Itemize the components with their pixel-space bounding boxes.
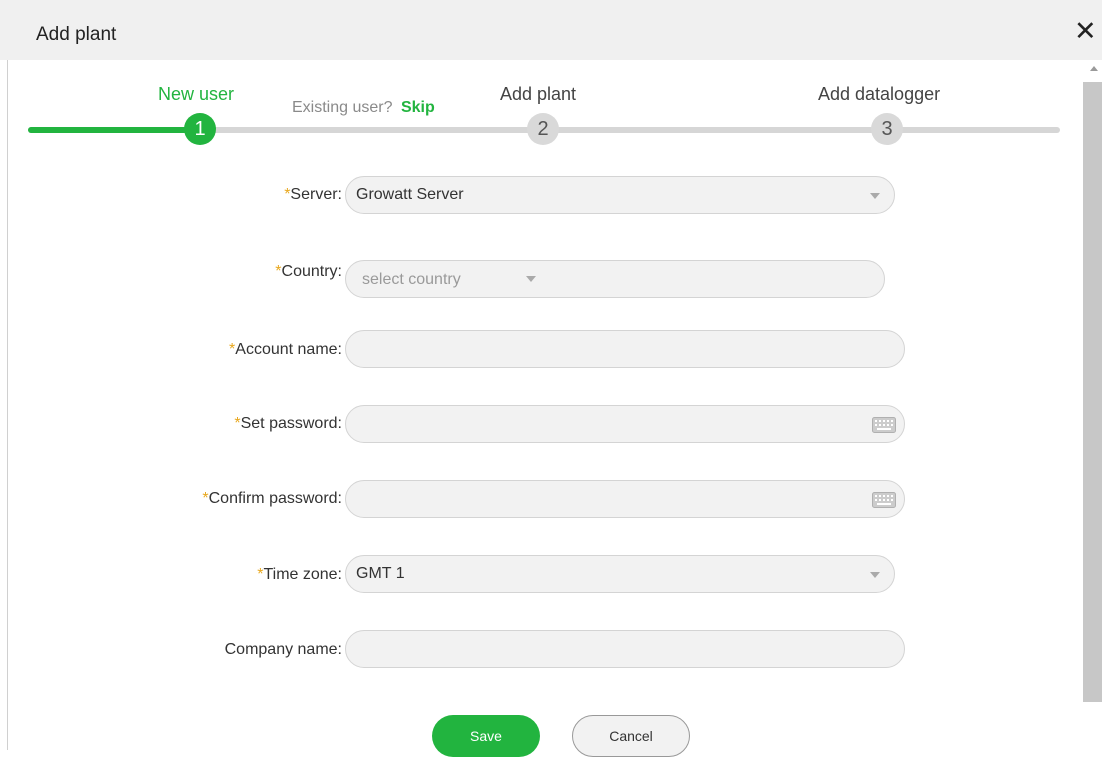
time-zone-value: GMT 1 bbox=[356, 565, 405, 582]
account-name-label: *Account name: bbox=[229, 341, 342, 358]
keyboard-icon[interactable] bbox=[872, 417, 896, 433]
dialog-header: Add plant ✕ bbox=[0, 0, 1102, 60]
scroll-up-arrow-icon[interactable] bbox=[1090, 66, 1098, 71]
server-select[interactable]: Growatt Server bbox=[345, 176, 895, 214]
account-name-input[interactable] bbox=[345, 330, 905, 368]
server-value: Growatt Server bbox=[356, 186, 464, 203]
keyboard-icon[interactable] bbox=[872, 492, 896, 508]
country-label: *Country: bbox=[275, 263, 342, 280]
caret-down-icon bbox=[526, 276, 536, 282]
save-button[interactable]: Save bbox=[432, 715, 540, 757]
company-name-input[interactable] bbox=[345, 630, 905, 668]
left-edge-divider bbox=[7, 60, 8, 750]
scrollbar-thumb[interactable] bbox=[1083, 82, 1102, 702]
existing-user-prompt: Existing user? Skip bbox=[292, 99, 435, 117]
country-select[interactable]: select country bbox=[345, 260, 885, 298]
step-label-add-datalogger: Add datalogger bbox=[818, 84, 941, 104]
set-password-input[interactable] bbox=[345, 405, 905, 443]
time-zone-label: *Time zone: bbox=[257, 566, 342, 583]
confirm-password-input[interactable] bbox=[345, 480, 905, 518]
company-name-label: Company name: bbox=[224, 641, 342, 658]
step-2-circle: 2 bbox=[527, 113, 559, 145]
step-1-circle: 1 bbox=[184, 113, 216, 145]
skip-link[interactable]: Skip bbox=[401, 99, 435, 116]
time-zone-select[interactable]: GMT 1 bbox=[345, 555, 895, 593]
close-icon[interactable]: ✕ bbox=[1074, 18, 1097, 45]
step-3-circle: 3 bbox=[871, 113, 903, 145]
caret-down-icon bbox=[870, 193, 880, 199]
cancel-button[interactable]: Cancel bbox=[572, 715, 690, 757]
caret-down-icon bbox=[870, 572, 880, 578]
country-placeholder: select country bbox=[362, 271, 461, 288]
stepper-progress bbox=[28, 127, 200, 133]
dialog-title: Add plant bbox=[36, 24, 117, 45]
set-password-label: *Set password: bbox=[234, 415, 342, 432]
step-label-new-user: New user bbox=[158, 84, 235, 104]
step-label-add-plant: Add plant bbox=[500, 84, 577, 104]
server-label: *Server: bbox=[284, 186, 342, 203]
existing-user-text: Existing user? bbox=[292, 99, 393, 116]
confirm-password-label: *Confirm password: bbox=[202, 490, 342, 507]
